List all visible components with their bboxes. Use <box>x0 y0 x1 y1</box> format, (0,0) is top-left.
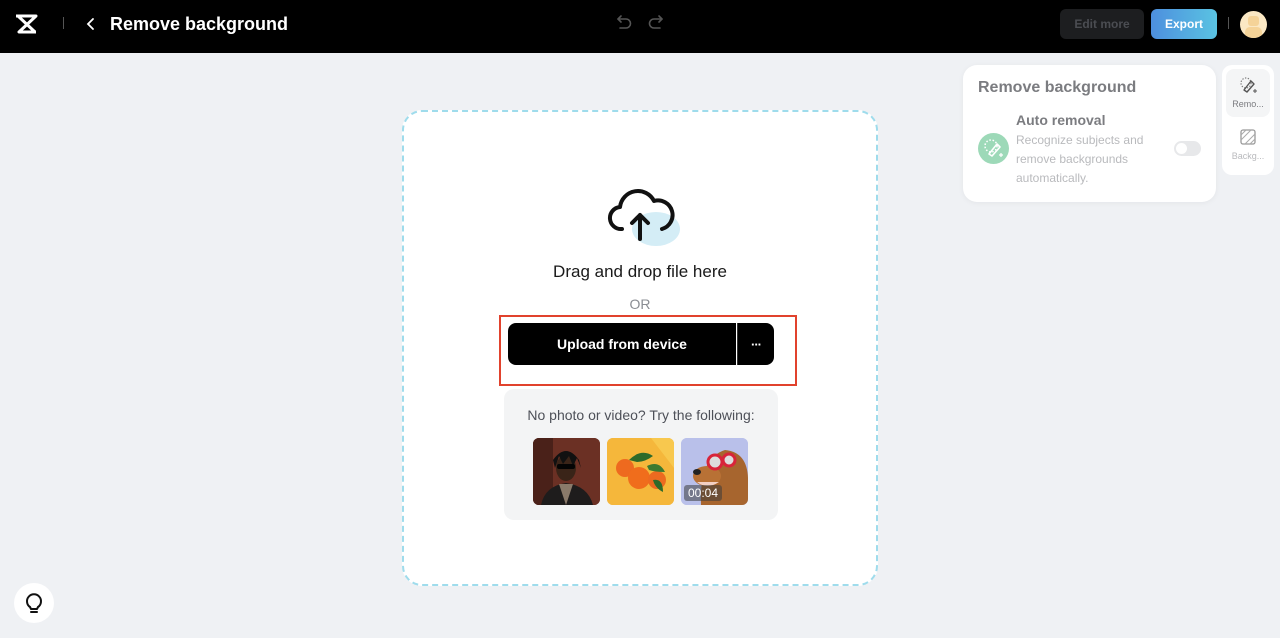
man-photo <box>533 438 600 505</box>
upload-from-device-button[interactable]: Upload from device <box>508 323 736 365</box>
drag-drop-text: Drag and drop file here <box>553 262 727 281</box>
avatar-body <box>1245 27 1262 38</box>
more-upload-options-button[interactable]: ··· <box>737 323 774 365</box>
edit-more-button[interactable]: Edit more <box>1060 9 1144 39</box>
video-duration: 00:04 <box>684 485 723 501</box>
auto-removal-toggle[interactable] <box>1174 141 1201 156</box>
sample-thumbnail-dog-video[interactable]: 00:04 <box>681 438 748 505</box>
sample-media-panel: No photo or video? Try the following: 00… <box>504 389 778 520</box>
divider <box>1228 17 1229 29</box>
panel-title: Remove background <box>978 79 1137 96</box>
user-avatar[interactable] <box>1240 11 1267 38</box>
avatar-head <box>1248 16 1259 26</box>
tips-button[interactable] <box>14 583 54 623</box>
background-pattern-icon <box>1240 129 1256 145</box>
redo-icon[interactable] <box>645 12 665 32</box>
undo-icon[interactable] <box>615 12 635 32</box>
divider <box>63 17 64 29</box>
back-chevron-icon[interactable] <box>82 14 100 34</box>
sample-thumbnail-man[interactable] <box>533 438 600 505</box>
side-tab-remove[interactable]: Remo... <box>1226 69 1270 117</box>
magic-eraser-icon <box>984 139 1003 157</box>
cloud-upload-icon <box>607 189 680 246</box>
capcut-logo[interactable] <box>14 13 40 35</box>
top-bar: Remove background Edit more Export <box>0 0 1280 53</box>
magic-eraser-icon <box>1240 77 1257 93</box>
file-drop-zone[interactable]: Drag and drop file here OR Upload from d… <box>402 110 878 586</box>
sample-thumbnail-oranges[interactable] <box>607 438 674 505</box>
samples-prompt: No photo or video? Try the following: <box>527 407 755 423</box>
oranges-photo <box>607 438 674 505</box>
lightbulb-icon <box>26 593 42 613</box>
side-tab-label: Backg... <box>1231 151 1265 161</box>
remove-background-panel: Remove background Auto removal Recognize… <box>963 65 1216 202</box>
side-tab-bar: Remo... Backg... <box>1222 65 1274 175</box>
auto-removal-description: Recognize subjects and remove background… <box>1016 133 1144 185</box>
auto-removal-icon <box>978 133 1009 164</box>
export-button[interactable]: Export <box>1151 9 1217 39</box>
auto-removal-title: Auto removal <box>1016 112 1106 128</box>
side-tab-background[interactable]: Backg... <box>1226 121 1270 169</box>
side-tab-label: Remo... <box>1232 99 1264 109</box>
toggle-knob <box>1176 143 1187 154</box>
or-separator: OR <box>629 296 651 312</box>
page-title: Remove background <box>110 14 289 34</box>
